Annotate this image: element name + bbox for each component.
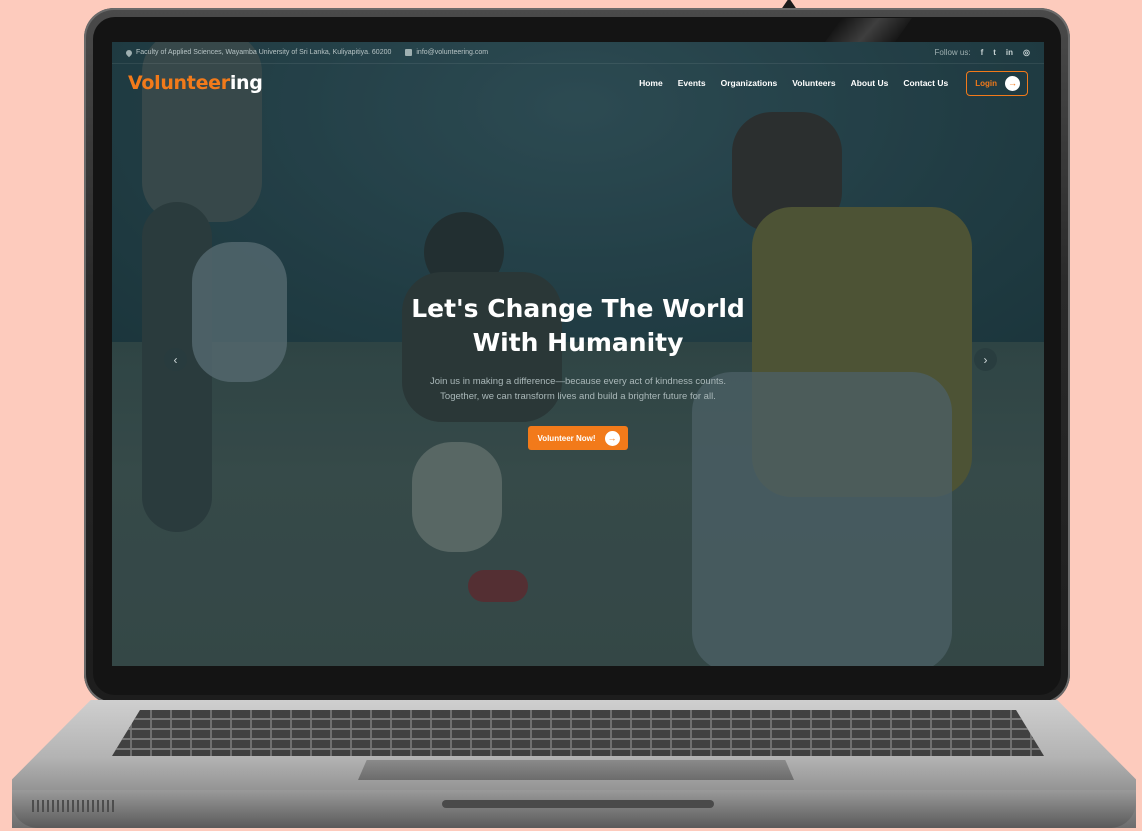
nav-volunteers[interactable]: Volunteers bbox=[792, 78, 835, 88]
twitter-icon[interactable]: t bbox=[993, 48, 996, 57]
linkedin-icon[interactable]: in bbox=[1006, 48, 1013, 57]
address-text: Faculty of Applied Sciences, Wayamba Uni… bbox=[136, 49, 392, 56]
address-info: Faculty of Applied Sciences, Wayamba Uni… bbox=[124, 48, 392, 57]
site-logo[interactable]: Volunteering bbox=[128, 72, 263, 94]
volunteer-now-button[interactable]: Volunteer Now! → bbox=[528, 426, 628, 450]
nav-organizations[interactable]: Organizations bbox=[721, 78, 778, 88]
primary-nav: Home Events Organizations Volunteers Abo… bbox=[639, 78, 948, 88]
location-pin-icon bbox=[124, 48, 134, 57]
nav-contact-us[interactable]: Contact Us bbox=[903, 78, 948, 88]
email-info[interactable]: info@volunteering.com bbox=[405, 49, 488, 56]
nav-events[interactable]: Events bbox=[678, 78, 706, 88]
nav-home[interactable]: Home bbox=[639, 78, 663, 88]
logo-primary: Volunteer bbox=[128, 72, 230, 94]
hero-section: Let's Change The World With Humanity Joi… bbox=[112, 292, 1044, 450]
laptop-front-edge bbox=[12, 790, 1136, 828]
social-links: Follow us: f t in ◎ bbox=[935, 48, 1030, 57]
login-button[interactable]: Login → bbox=[966, 70, 1028, 96]
laptop-front-notch bbox=[442, 800, 714, 808]
arrow-right-icon: → bbox=[1005, 75, 1020, 91]
facebook-icon[interactable]: f bbox=[981, 48, 984, 57]
follow-label: Follow us: bbox=[934, 48, 971, 57]
laptop-screen: Faculty of Applied Sciences, Wayamba Uni… bbox=[112, 42, 1044, 666]
hero-description: Join us in making a difference—because e… bbox=[112, 374, 1044, 404]
top-info-bar: Faculty of Applied Sciences, Wayamba Uni… bbox=[112, 42, 1044, 64]
arrow-right-icon: → bbox=[604, 430, 620, 446]
nav-about-us[interactable]: About Us bbox=[851, 78, 889, 88]
laptop-trackpad bbox=[358, 760, 794, 780]
cta-label: Volunteer Now! bbox=[537, 433, 596, 443]
hero-title-line2: With Humanity bbox=[472, 328, 684, 357]
hero-title: Let's Change The World With Humanity bbox=[112, 292, 1044, 360]
hero-text-line1: Join us in making a difference—because e… bbox=[429, 376, 727, 387]
logo-secondary: ing bbox=[229, 72, 263, 94]
laptop-vent bbox=[32, 800, 114, 812]
instagram-icon[interactable]: ◎ bbox=[1023, 48, 1030, 57]
keyboard-rows bbox=[112, 710, 1044, 756]
main-navbar: Volunteering Home Events Organizations V… bbox=[112, 64, 1044, 102]
email-text[interactable]: info@volunteering.com bbox=[416, 49, 488, 56]
hero-title-line1: Let's Change The World bbox=[411, 294, 745, 323]
envelope-icon bbox=[405, 49, 413, 56]
hero-text-line2: Together, we can transform lives and bui… bbox=[440, 391, 716, 402]
login-label: Login bbox=[975, 78, 997, 88]
